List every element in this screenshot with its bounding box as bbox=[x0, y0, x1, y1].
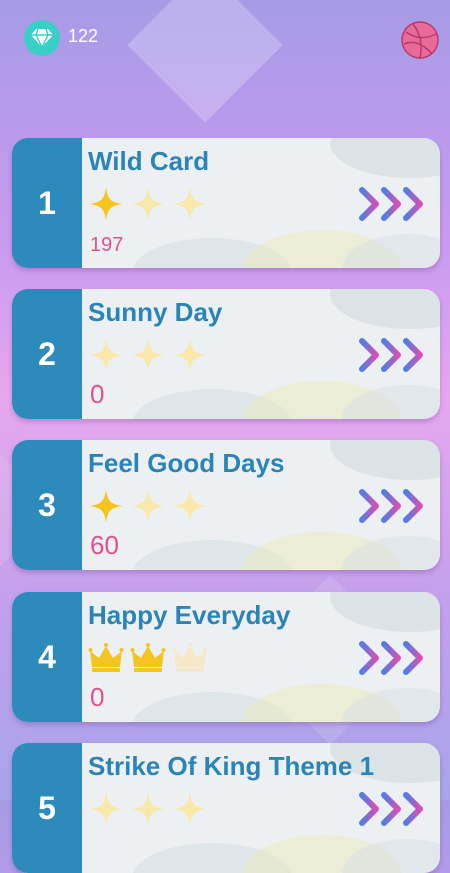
gem-count: 122 bbox=[68, 26, 99, 46]
card-decoration bbox=[330, 440, 440, 480]
basketball-icon[interactable] bbox=[400, 20, 440, 60]
song-card[interactable]: 4 Happy Everyday 0 bbox=[12, 592, 440, 722]
star-empty-icon bbox=[130, 337, 166, 377]
crown-filled-icon bbox=[88, 640, 124, 680]
star-empty-icon bbox=[130, 791, 166, 831]
diamond-icon[interactable] bbox=[24, 20, 60, 56]
song-title: Strike Of King Theme 1 bbox=[88, 751, 375, 781]
song-rating bbox=[88, 488, 208, 528]
song-card[interactable]: 1 Wild Card 197 bbox=[12, 138, 440, 268]
song-card[interactable]: 5 Strike Of King Theme 1 bbox=[12, 743, 440, 873]
star-empty-icon bbox=[172, 488, 208, 528]
play-arrows-icon[interactable] bbox=[358, 488, 430, 524]
song-score: 0 bbox=[90, 682, 105, 712]
crown-empty-icon bbox=[172, 640, 208, 680]
song-rating bbox=[88, 337, 208, 377]
star-empty-icon bbox=[172, 791, 208, 831]
song-number: 3 bbox=[38, 486, 56, 523]
star-filled-icon bbox=[88, 488, 124, 528]
star-empty-icon bbox=[130, 488, 166, 528]
card-decoration bbox=[330, 592, 440, 632]
star-empty-icon bbox=[172, 186, 208, 226]
song-score: 0 bbox=[90, 379, 105, 409]
card-decoration bbox=[330, 138, 440, 178]
song-score: 197 bbox=[90, 234, 124, 256]
song-rating bbox=[88, 640, 208, 680]
star-filled-icon bbox=[88, 186, 124, 226]
top-bar: 122 bbox=[0, 0, 450, 80]
song-number: 5 bbox=[38, 789, 56, 826]
song-title: Sunny Day bbox=[88, 297, 223, 327]
song-title: Happy Everyday bbox=[88, 600, 291, 630]
song-number: 4 bbox=[38, 638, 56, 675]
crown-filled-icon bbox=[130, 640, 166, 680]
song-card[interactable]: 2 Sunny Day 0 bbox=[12, 289, 440, 419]
star-empty-icon bbox=[88, 337, 124, 377]
play-arrows-icon[interactable] bbox=[358, 791, 430, 827]
song-number: 1 bbox=[38, 184, 56, 221]
card-decoration bbox=[330, 289, 440, 329]
song-rating bbox=[88, 791, 208, 831]
play-arrows-icon[interactable] bbox=[358, 337, 430, 373]
song-title: Wild Card bbox=[88, 146, 210, 176]
star-empty-icon bbox=[88, 791, 124, 831]
play-arrows-icon[interactable] bbox=[358, 186, 430, 222]
song-score: 60 bbox=[90, 530, 119, 560]
song-card[interactable]: 3 Feel Good Days 60 bbox=[12, 440, 440, 570]
song-title: Feel Good Days bbox=[88, 448, 285, 478]
play-arrows-icon[interactable] bbox=[358, 640, 430, 676]
song-rating bbox=[88, 186, 208, 226]
star-empty-icon bbox=[130, 186, 166, 226]
star-empty-icon bbox=[172, 337, 208, 377]
song-number: 2 bbox=[38, 335, 56, 372]
